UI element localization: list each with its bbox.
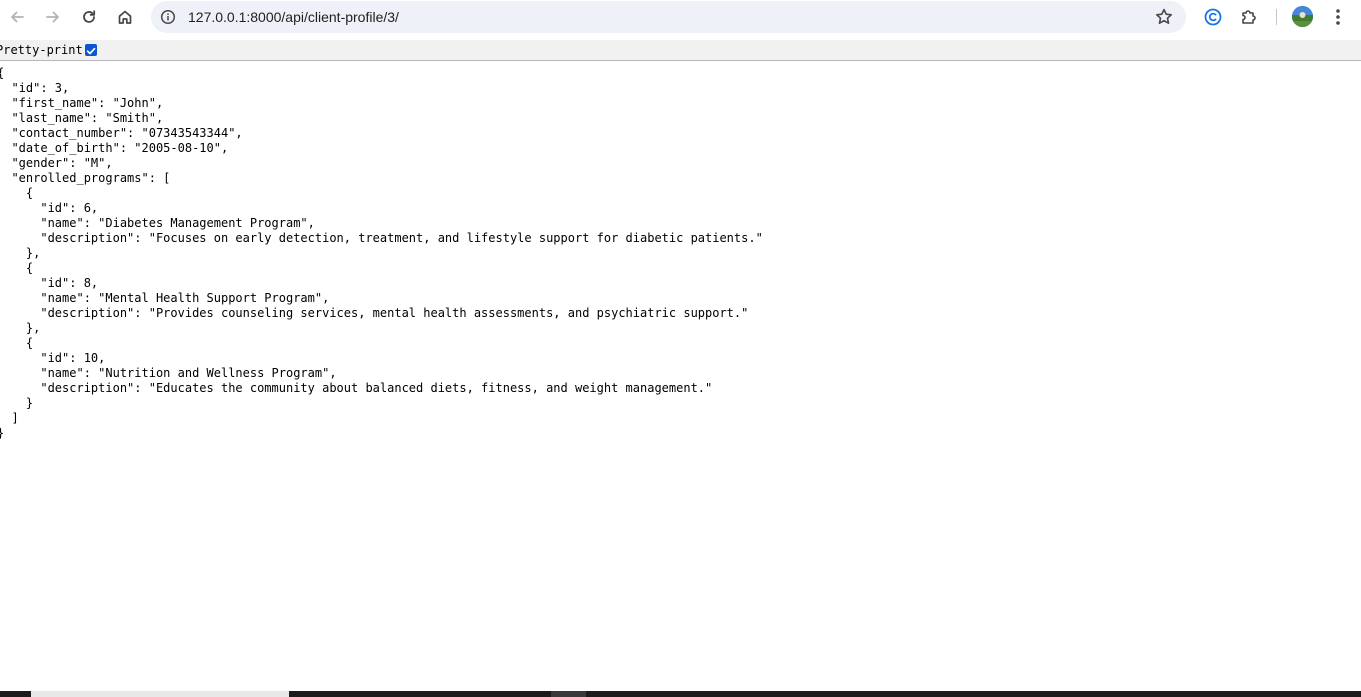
json-line: "id": 3, — [0, 81, 70, 95]
taskbar-strip — [0, 691, 1361, 697]
json-line: "description": "Educates the community a… — [0, 381, 713, 395]
json-line: "id": 8, — [0, 276, 99, 290]
json-response: { "id": 3, "first_name": "John", "last_n… — [0, 66, 763, 441]
toolbar-separator — [1276, 9, 1277, 25]
json-line: "first_name": "John", — [0, 96, 164, 110]
pretty-print-bar: Pretty-print — [0, 40, 1361, 61]
json-line: } — [0, 396, 34, 410]
json-line: }, — [0, 246, 41, 260]
info-icon[interactable] — [160, 9, 176, 25]
json-line: "gender": "M", — [0, 156, 113, 170]
puzzle-icon — [1242, 10, 1256, 24]
profile-avatar-icon — [1292, 6, 1313, 27]
arrow-left-icon — [11, 11, 24, 23]
copyright-c-icon — [1204, 8, 1222, 26]
address-bar[interactable]: 127.0.0.1:8000/api/client-profile/3/ — [151, 1, 1186, 33]
json-line: "contact_number": "07343543344", — [0, 126, 243, 140]
json-line: "description": "Focuses on early detecti… — [0, 231, 763, 245]
reload-icon — [83, 10, 96, 23]
json-line: ] — [11, 411, 19, 425]
json-line: "id": 6, — [0, 201, 99, 215]
back-button[interactable] — [3, 3, 31, 31]
pretty-print-checkbox[interactable] — [85, 44, 97, 56]
browser-toolbar: 127.0.0.1:8000/api/client-profile/3/ — [0, 0, 1361, 34]
menu-button[interactable] — [1327, 6, 1349, 28]
avatar[interactable] — [1292, 6, 1313, 27]
json-line: { — [0, 66, 763, 81]
arrow-right-icon — [46, 11, 59, 23]
json-line: }, — [0, 321, 41, 335]
taskbar-item[interactable] — [551, 691, 586, 697]
json-line: "date_of_birth": "2005-08-10", — [0, 141, 229, 155]
star-icon[interactable] — [1154, 7, 1174, 27]
json-line: "id": 10, — [0, 351, 106, 365]
forward-button[interactable] — [39, 3, 67, 31]
json-line: { — [0, 186, 34, 200]
taskbar-active-item[interactable] — [31, 691, 289, 697]
json-line: { — [0, 336, 34, 350]
extensions-button[interactable] — [1238, 6, 1260, 28]
json-line: "last_name": "Smith", — [0, 111, 164, 125]
extension-c-button[interactable] — [1202, 6, 1224, 28]
json-line: { — [0, 261, 34, 275]
json-line: "name": "Mental Health Support Program", — [0, 291, 330, 305]
kebab-menu-icon — [1336, 9, 1340, 25]
json-line: "description": "Provides counseling serv… — [0, 306, 749, 320]
home-icon — [118, 10, 132, 24]
url-text[interactable]: 127.0.0.1:8000/api/client-profile/3/ — [188, 9, 399, 25]
json-line: "name": "Diabetes Management Program", — [0, 216, 315, 230]
home-button[interactable] — [111, 3, 139, 31]
json-line: "enrolled_programs": [ — [0, 171, 171, 185]
checkmark-icon — [86, 47, 96, 55]
json-line: } — [0, 426, 763, 441]
pretty-print-label: Pretty-print — [0, 43, 83, 57]
json-line: "name": "Nutrition and Wellness Program"… — [0, 366, 337, 380]
reload-button[interactable] — [75, 3, 103, 31]
